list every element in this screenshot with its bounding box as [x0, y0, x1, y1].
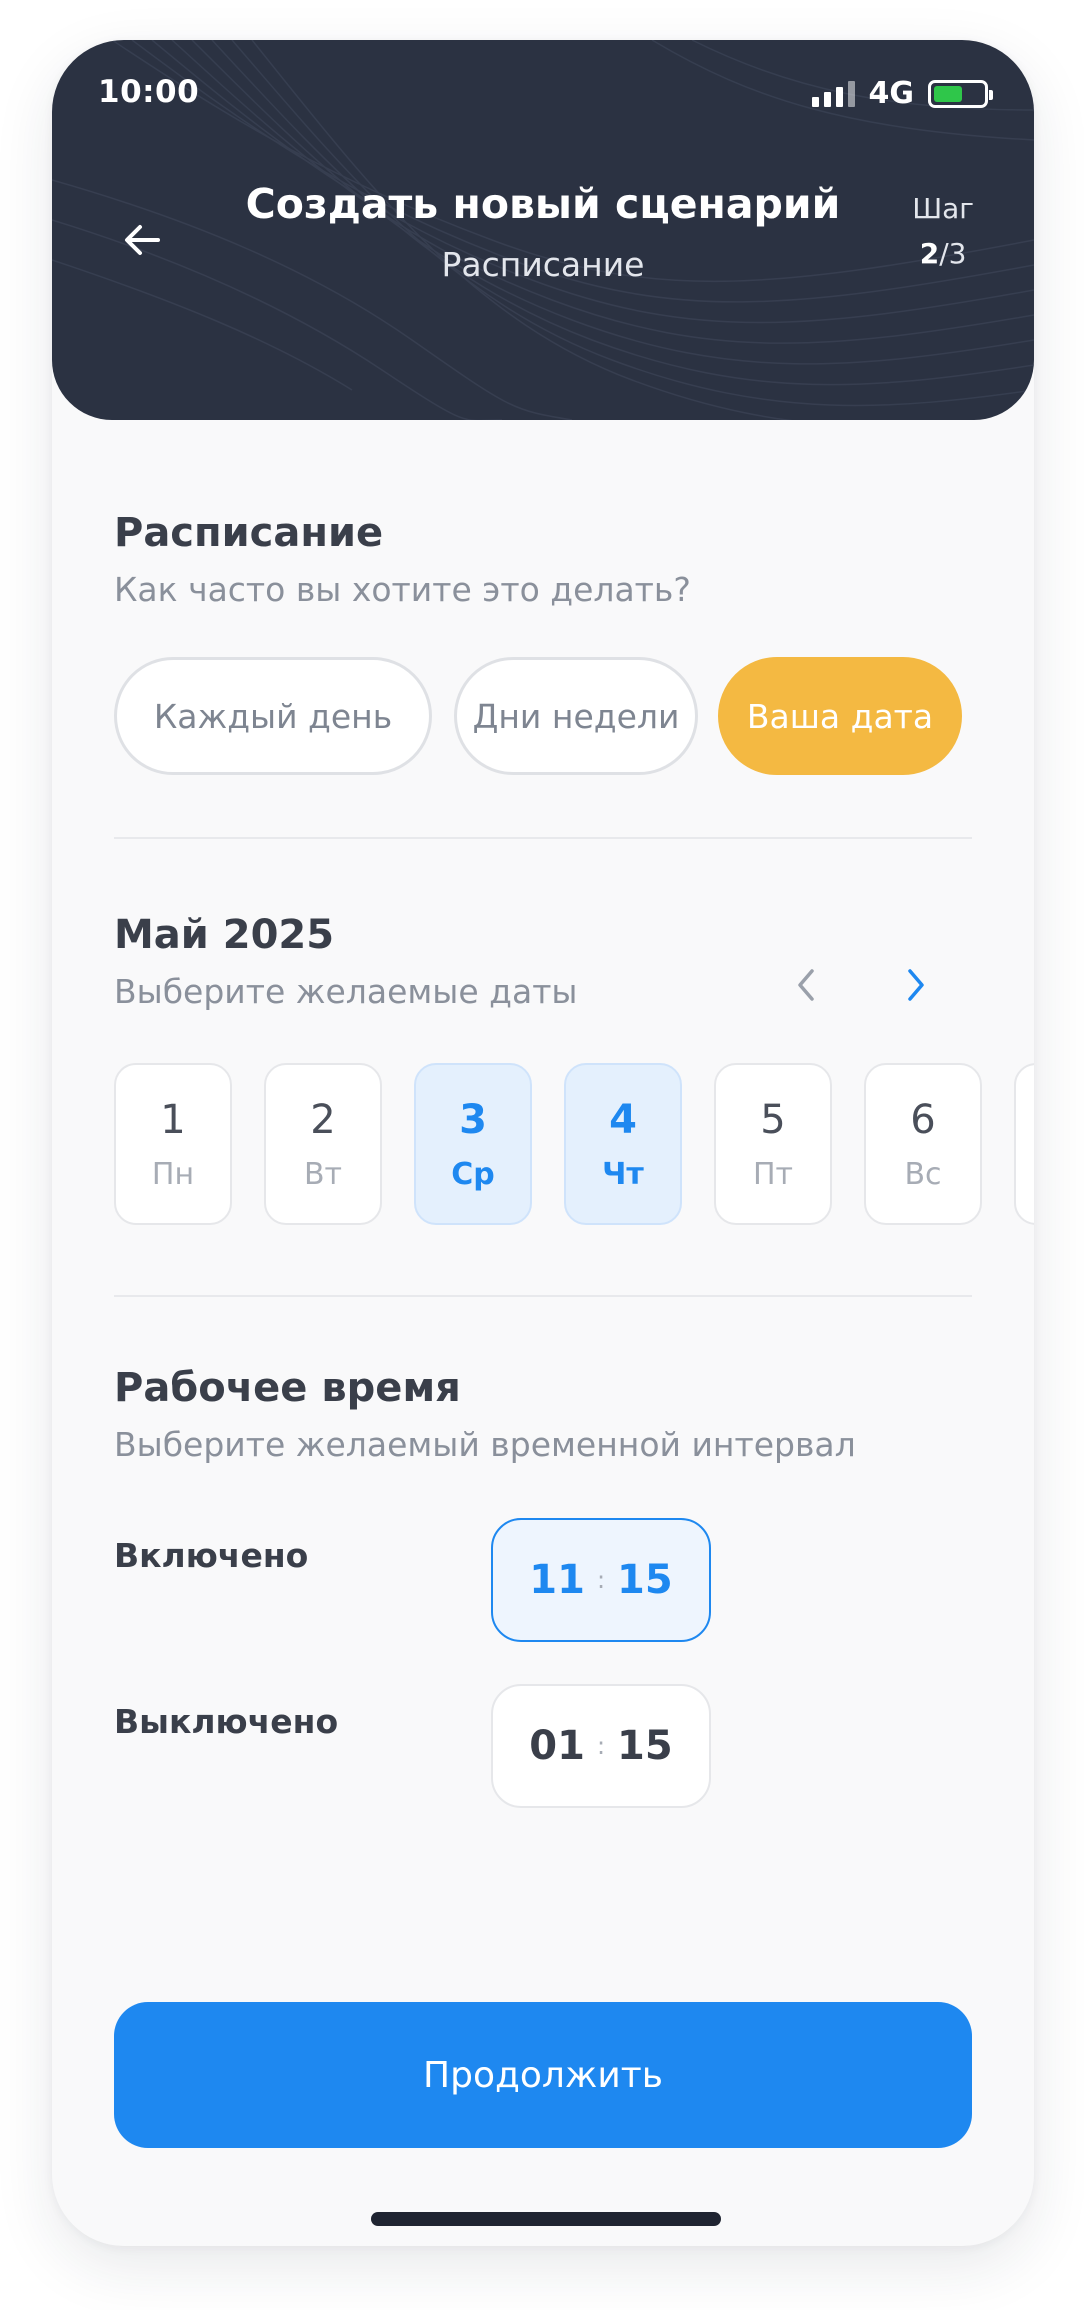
date-number: 1 [160, 1096, 186, 1143]
date-number: 5 [760, 1096, 786, 1143]
time-on-minutes: 15 [617, 1557, 673, 1603]
divider [114, 837, 972, 839]
status-indicators: 4G [811, 76, 993, 111]
page-title: Создать новый сценарий [245, 180, 841, 228]
date-weekday: Ср [451, 1156, 495, 1192]
step-label: Шаг [912, 192, 974, 225]
time-off-label: Выключено [114, 1702, 339, 1741]
date-cell[interactable]: 1 Пн [114, 1063, 232, 1225]
home-indicator[interactable] [371, 2212, 721, 2226]
date-cell-partial[interactable] [1014, 1063, 1034, 1225]
date-number: 2 [310, 1096, 336, 1143]
chevron-left-icon [798, 969, 814, 1001]
time-on-hours: 11 [529, 1557, 585, 1603]
next-month-button[interactable] [886, 955, 946, 1015]
prev-month-button[interactable] [776, 955, 836, 1015]
time-off-minutes: 15 [617, 1723, 673, 1769]
step-current: 2 [919, 237, 940, 270]
page-subtitle: Расписание [441, 245, 645, 284]
date-picker-strip: 1 Пн 2 Вт 3 Ср 4 Чт 5 Пт 6 Вс [114, 1063, 1034, 1225]
network-type: 4G [868, 76, 915, 111]
option-every-day[interactable]: Каждый день [114, 657, 432, 775]
date-weekday: Вс [904, 1156, 942, 1192]
step-total: /3 [939, 237, 967, 270]
working-time-hint: Выберите желаемый временной интервал [114, 1425, 856, 1464]
calendar-hint: Выберите желаемые даты [114, 972, 578, 1011]
date-cell[interactable]: 6 Вс [864, 1063, 982, 1225]
header: 10:00 4G Создать новый сценарий Расписан… [52, 40, 1034, 420]
time-on-picker[interactable]: 11 : 15 [491, 1518, 711, 1642]
date-weekday: Пт [752, 1156, 794, 1192]
battery-icon [928, 79, 993, 108]
date-cell-selected[interactable]: 3 Ср [414, 1063, 532, 1225]
chevron-right-icon [908, 969, 924, 1001]
phone-screen: 10:00 4G Создать новый сценарий Расписан… [52, 40, 1034, 2246]
date-cell[interactable]: 5 Пт [714, 1063, 832, 1225]
working-time-title: Рабочее время [114, 1365, 461, 1411]
date-cell[interactable]: 2 Вт [264, 1063, 382, 1225]
time-off-hours: 01 [529, 1723, 585, 1769]
divider [114, 1295, 972, 1297]
date-number: 4 [609, 1096, 637, 1143]
signal-icon [811, 80, 855, 107]
option-custom-date[interactable]: Ваша дата [718, 657, 962, 775]
date-cell-selected[interactable]: 4 Чт [564, 1063, 682, 1225]
schedule-question: Как часто вы хотите это делать? [114, 570, 691, 609]
calendar-month: Май 2025 [114, 912, 335, 958]
continue-button[interactable]: Продолжить [114, 2002, 972, 2148]
date-weekday: Пн [151, 1156, 195, 1192]
status-time: 10:00 [98, 74, 200, 110]
date-weekday: Чт [602, 1156, 644, 1192]
time-separator: : [596, 1732, 606, 1760]
date-number: 3 [459, 1096, 487, 1143]
time-separator: : [596, 1566, 606, 1594]
time-off-picker[interactable]: 01 : 15 [491, 1684, 711, 1808]
date-weekday: Вт [303, 1156, 343, 1192]
option-weekdays[interactable]: Дни недели [454, 657, 698, 775]
date-number: 6 [910, 1096, 936, 1143]
schedule-title: Расписание [114, 510, 384, 556]
step-indicator: Шаг 2/3 [912, 192, 974, 270]
time-on-label: Включено [114, 1536, 309, 1575]
